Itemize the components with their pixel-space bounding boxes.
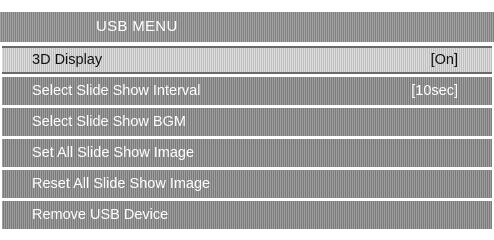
menu-title-bar: USB MENU	[0, 12, 494, 42]
menu-item-label: Set All Slide Show Image	[32, 145, 195, 161]
menu-item-set-all-slide-show-image[interactable]: Set All Slide Show Image	[2, 139, 492, 167]
menu-item-label: 3D Display	[32, 52, 103, 68]
menu-item-slide-show-bgm[interactable]: Select Slide Show BGM	[2, 108, 492, 136]
menu-item-label: Reset All Slide Show Image	[32, 176, 211, 192]
menu-item-label: Select Slide Show BGM	[32, 114, 186, 130]
usb-menu: USB MENU 3D Display [On] Select Slide Sh…	[0, 0, 494, 240]
menu-item-reset-all-slide-show-image[interactable]: Reset All Slide Show Image	[2, 170, 492, 198]
menu-title: USB MENU	[96, 18, 178, 35]
menu-item-value: [10sec]	[411, 83, 458, 99]
menu-item-remove-usb-device[interactable]: Remove USB Device	[2, 201, 492, 229]
menu-list: 3D Display [On] Select Slide Show Interv…	[2, 46, 492, 232]
menu-item-3d-display[interactable]: 3D Display [On]	[2, 46, 492, 74]
menu-item-value: [On]	[430, 52, 458, 68]
menu-item-label: Select Slide Show Interval	[32, 83, 201, 99]
menu-item-slide-show-interval[interactable]: Select Slide Show Interval [10sec]	[2, 77, 492, 105]
menu-item-label: Remove USB Device	[32, 207, 169, 223]
